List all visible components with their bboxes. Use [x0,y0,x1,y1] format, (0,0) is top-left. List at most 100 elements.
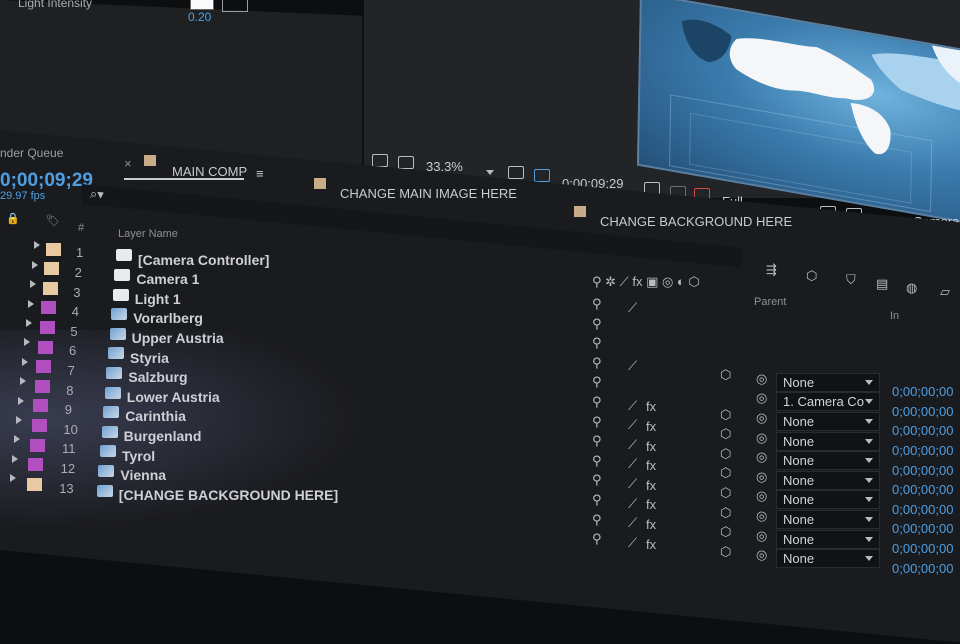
effects-switch-icon[interactable]: fx [646,517,656,532]
label-icon[interactable]: 🏷 [46,214,60,227]
chevron-down-icon[interactable] [865,477,873,483]
quality-switch-icon[interactable]: ⟋ [628,437,637,453]
chevron-down-icon[interactable] [865,399,873,405]
label-color-chip[interactable] [38,340,53,354]
expand-triangle-icon[interactable] [34,241,40,250]
pickwhip-icon[interactable]: ◎ [756,488,767,504]
layer-name[interactable]: Vienna [120,467,166,483]
label-color-chip[interactable] [30,438,45,452]
3d-layer-icon[interactable]: ⬡ [720,367,731,383]
parent-select[interactable]: None [776,529,880,549]
quality-switch-icon[interactable]: ⟋ [628,300,637,316]
anchor-switch-icon[interactable]: ⚲ [592,335,602,351]
quality-switch-icon[interactable]: ⟋ [628,456,637,472]
effects-switch-icon[interactable]: fx [646,537,656,552]
anchor-switch-icon[interactable]: ⚲ [592,433,602,449]
anchor-switch-icon[interactable]: ⚲ [592,531,602,547]
label-color-chip[interactable] [42,281,58,295]
in-point[interactable]: 0;00;00;00 [892,502,953,517]
effects-switch-icon[interactable]: fx [646,478,656,493]
color-swatch[interactable] [190,0,214,10]
column-header-in[interactable]: In [890,310,899,322]
expand-triangle-icon[interactable] [28,299,34,308]
anchor-switch-icon[interactable]: ⚲ [592,492,602,508]
3d-layer-icon[interactable]: ⬡ [720,524,731,540]
parent-select[interactable]: None [776,549,880,569]
in-point[interactable]: 0;00;00;00 [892,423,953,438]
expand-triangle-icon[interactable] [10,474,16,483]
eyedropper-icon[interactable] [222,0,248,12]
pickwhip-icon[interactable]: ◎ [756,547,767,563]
chevron-down-icon[interactable] [865,438,873,444]
pickwhip-icon[interactable]: ◎ [756,508,767,524]
anchor-switch-icon[interactable]: ⚲ [592,512,602,528]
layer-name[interactable]: Upper Austria [132,330,224,346]
anchor-switch-icon[interactable]: ⚲ [592,394,602,410]
quality-switch-icon[interactable]: ⟋ [628,476,637,492]
label-color-chip[interactable] [46,242,61,256]
label-color-chip[interactable] [31,418,47,432]
parent-select[interactable]: None [776,490,880,510]
label-color-chip[interactable] [34,379,50,393]
quality-switch-icon[interactable]: ⟋ [628,398,637,414]
in-point[interactable]: 0;00;00;00 [892,521,953,536]
parent-select[interactable]: None [776,470,880,490]
3d-layer-icon[interactable]: ⬡ [720,505,731,521]
frame-blending-icon[interactable]: ▤ [876,276,888,292]
layer-name[interactable]: Burgenland [124,428,202,444]
graph-editor-icon[interactable]: ▱ [940,284,950,300]
parent-select[interactable]: None [776,412,880,432]
anchor-switch-icon[interactable]: ⚲ [592,453,602,469]
expand-triangle-icon[interactable] [18,396,24,405]
in-point[interactable]: 0;00;00;00 [892,482,953,497]
anchor-switch-icon[interactable]: ⚲ [592,374,602,390]
chevron-down-icon[interactable] [865,379,873,385]
3d-layer-icon[interactable]: ⬡ [720,485,731,501]
layer-name[interactable]: Camera 1 [136,271,199,287]
in-point[interactable]: 0;00;00;00 [892,561,953,576]
label-color-chip[interactable] [41,301,57,315]
effects-switch-icon[interactable]: fx [646,419,656,434]
expand-triangle-icon[interactable] [30,280,36,289]
in-point[interactable]: 0;00;00;00 [892,384,953,399]
draft-3d-icon[interactable]: ⬡ [806,268,817,284]
chevron-down-icon[interactable] [865,419,873,425]
3d-layer-icon[interactable]: ⬡ [720,544,731,560]
anchor-switch-icon[interactable]: ⚲ [592,355,602,371]
3d-layer-icon[interactable]: ⬡ [720,465,731,481]
in-point[interactable]: 0;00;00;00 [892,404,953,419]
3d-layer-icon[interactable]: ⬡ [720,446,731,462]
render-queue-tab[interactable]: nder Queue [0,146,63,160]
effects-switch-icon[interactable]: fx [646,439,656,454]
label-color-chip[interactable] [26,477,42,491]
tab-change-main-image[interactable]: CHANGE MAIN IMAGE HERE [340,186,517,201]
shy-layers-icon[interactable]: ⛉ [846,272,856,288]
layer-name[interactable]: Tyrol [122,448,155,464]
anchor-switch-icon[interactable]: ⚲ [592,296,602,312]
pickwhip-icon[interactable]: ◎ [756,469,767,485]
parent-select[interactable]: None [776,431,880,451]
quality-switch-icon[interactable]: ⟋ [628,496,637,512]
column-header-parent[interactable]: Parent [754,296,786,308]
pickwhip-icon[interactable]: ◎ [756,371,767,387]
tab-main-comp[interactable]: MAIN COMP [172,164,247,179]
layer-name[interactable]: Lower Austria [127,389,220,405]
layer-name[interactable]: Styria [130,350,169,366]
anchor-switch-icon[interactable]: ⚲ [592,472,602,488]
effects-switch-icon[interactable]: fx [646,497,656,512]
expand-triangle-icon[interactable] [22,357,28,366]
tab-change-background[interactable]: CHANGE BACKGROUND HERE [600,214,792,229]
in-point[interactable]: 0;00;00;00 [892,443,953,458]
expand-triangle-icon[interactable] [20,377,26,386]
expand-triangle-icon[interactable] [24,338,30,347]
in-point[interactable]: 0;00;00;00 [892,463,953,478]
label-color-chip[interactable] [33,399,49,413]
comp-flowchart-icon[interactable]: ⇶ [766,262,777,278]
parent-select[interactable]: None [776,451,880,471]
layer-name[interactable]: Light 1 [135,291,181,307]
label-color-chip[interactable] [39,320,55,334]
anchor-switch-icon[interactable]: ⚲ [592,414,602,430]
light-intensity-value[interactable]: 0.20 [188,10,211,24]
parent-select[interactable]: 1. Camera Co [776,392,880,412]
3d-layer-icon[interactable]: ⬡ [720,407,731,423]
